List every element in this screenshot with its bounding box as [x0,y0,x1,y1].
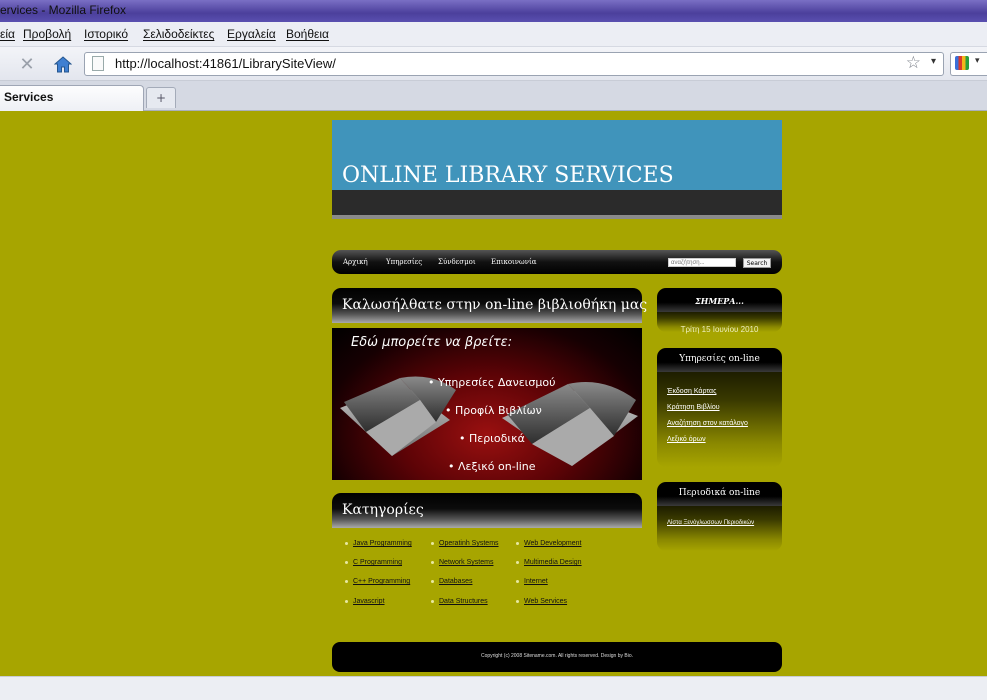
banner-item: • Προφίλ Βιβλίων [445,404,542,417]
today-box-header: ΣΗΜΕΡΑ... [657,288,782,312]
menu-item-edit[interactable]: εία [0,27,15,41]
google-icon [955,56,969,70]
page-icon [92,56,104,71]
site-title: ONLINE LIBRARY SERVICES [342,163,674,188]
banner-item: • Υπηρεσίες Δανεισμού [428,376,556,389]
banner-item: • Λεξικό on-line [448,460,536,473]
status-bar [0,676,987,700]
menu-item-help[interactable]: Βοήθεια [286,27,329,41]
welcome-header: Καλωσήλθατε στην on-line βιβλιοθήκη μας [332,288,647,323]
navigation-toolbar: ✕ http://localhost:41861/LibrarySiteView… [0,47,987,81]
site-header: ONLINE LIBRARY SERVICES [332,120,782,219]
bookmark-star-icon[interactable]: ☆ [906,53,921,73]
search-engine-box[interactable]: ▾ [950,52,987,76]
search-engine-dropdown-icon[interactable]: ▾ [975,56,980,66]
menu-item-history[interactable]: Ιστορικό [84,27,128,41]
library-banner: Εδώ μπορείτε να βρείτε: • Υπηρεσίες Δανε… [332,328,642,480]
book-right-icon [502,382,638,466]
category-link[interactable]: C++ Programming [345,578,410,585]
services-box: Έκδοση Κάρτας Κράτηση Βιβλίου Αναζήτηση … [657,372,782,467]
categories-header: Κατηγορίες [332,493,642,528]
category-link[interactable]: Internet [516,578,548,585]
category-link[interactable]: Multimedia Design [516,559,582,566]
today-box: Τρίτη 15 Ιουνίου 2010 [657,312,782,334]
categories-title: Κατηγορίες [342,502,424,518]
tab-bar: Services + [0,81,987,111]
window-title: ervices - Mozilla Firefox [0,3,127,17]
periodical-link[interactable]: Λίστα Ξενόγλωσσων Περιοδικών [667,520,754,526]
category-link[interactable]: C Programming [345,559,402,566]
new-tab-button[interactable]: + [146,87,176,108]
tab-active[interactable]: Services [0,85,144,111]
periodicals-box: Λίστα Ξενόγλωσσων Περιοδικών [657,506,782,551]
services-box-header: Υπηρεσίες on-line [657,348,782,372]
site-search-button[interactable]: Search [743,258,771,268]
main-nav: Αρχική Υπηρεσίες Σύνδεσμοι Επικοινωνία α… [332,250,782,274]
banner-item: • Περιοδικά [459,432,525,445]
welcome-title: Καλωσήλθατε στην on-line βιβλιοθήκη μας [342,297,648,313]
nav-link-links[interactable]: Σύνδεσμοι [438,258,476,266]
service-link[interactable]: Λεξικό όρων [667,436,706,443]
service-link[interactable]: Έκδοση Κάρτας [667,388,716,395]
nav-link-home[interactable]: Αρχική [343,258,368,266]
category-link[interactable]: Network Systems [431,559,493,566]
services-title: Υπηρεσίες on-line [679,354,760,364]
today-title: ΣΗΜΕΡΑ... [695,296,744,306]
service-link[interactable]: Κράτηση Βιβλίου [667,404,720,411]
category-link[interactable]: Java Programming [345,540,412,547]
category-link[interactable]: Web Development [516,540,581,547]
stop-icon[interactable]: ✕ [16,53,38,75]
service-link[interactable]: Αναζήτηση στον κατάλογο [667,420,748,427]
categories-list: Java Programming C Programming C++ Progr… [345,540,645,610]
periodicals-box-header: Περιοδικά on-line [657,482,782,506]
periodicals-title: Περιοδικά on-line [678,488,761,498]
category-link[interactable]: Operatinh Systems [431,540,499,547]
url-dropdown-icon[interactable]: ▾ [931,56,936,67]
home-icon[interactable] [52,53,74,75]
footer-copyright: Copyright (c) 2008 Sitename.com. All rig… [480,653,633,659]
category-link[interactable]: Web Services [516,598,567,605]
category-link[interactable]: Databases [431,578,472,585]
site-search-input[interactable]: αναζήτηση... [668,258,736,267]
menu-item-view[interactable]: Προβολή [23,27,71,41]
menu-item-bookmarks[interactable]: Σελιδοδείκτες [143,27,214,41]
category-link[interactable]: Data Structures [431,598,488,605]
site-footer: Copyright (c) 2008 Sitename.com. All rig… [332,642,782,672]
header-divider [332,215,782,219]
category-link[interactable]: Javascript [345,598,385,605]
tab-title: Services [4,90,54,104]
menu-bar: εία Προβολή Ιστορικό Σελιδοδείκτες Εργαλ… [0,22,987,47]
nav-link-contact[interactable]: Επικοινωνία [491,258,536,266]
today-date: Τρίτη 15 Ιουνίου 2010 [680,325,759,334]
url-text[interactable]: http://localhost:41861/LibrarySiteView/ [115,56,336,71]
banner-heading: Εδώ μπορείτε να βρείτε: [351,335,513,350]
nav-link-services[interactable]: Υπηρεσίες [386,258,422,266]
window-titlebar: ervices - Mozilla Firefox [0,0,987,22]
menu-item-tools[interactable]: Εργαλεία [227,27,276,41]
address-bar[interactable]: http://localhost:41861/LibrarySiteView/ … [84,52,944,76]
